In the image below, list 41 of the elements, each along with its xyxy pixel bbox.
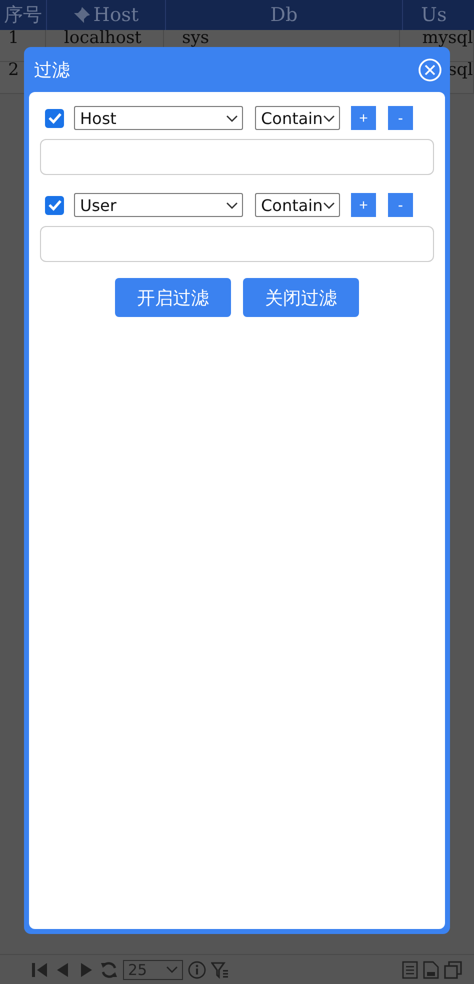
- close-button[interactable]: [418, 58, 442, 82]
- table-cell: sql: [448, 62, 473, 79]
- first-page-icon[interactable]: [31, 960, 49, 978]
- column-header[interactable]: Db: [270, 4, 298, 26]
- document-icon[interactable]: [402, 960, 418, 978]
- checkbox[interactable]: [45, 108, 64, 128]
- copy-icon[interactable]: [444, 960, 462, 978]
- chevron-icon: [323, 200, 335, 210]
- table-cell: 2: [8, 62, 19, 79]
- clear-filter-button[interactable]: 关闭过滤: [243, 278, 359, 317]
- field-select[interactable]: User: [74, 193, 243, 217]
- add-button[interactable]: +: [351, 193, 376, 217]
- refresh-icon[interactable]: [100, 960, 118, 978]
- column-header[interactable]: Host: [73, 4, 139, 26]
- column-header[interactable]: 序号: [4, 2, 42, 28]
- table-cell: sys: [182, 30, 210, 47]
- chevron-icon: [166, 965, 178, 974]
- file-icon[interactable]: [423, 960, 439, 978]
- table-cell: mysql: [422, 30, 473, 47]
- remove-button[interactable]: -: [388, 193, 413, 217]
- input-field[interactable]: [40, 139, 434, 175]
- checkmark-icon: [48, 199, 62, 211]
- dialog-title: 过滤: [34, 58, 70, 82]
- column-header[interactable]: Us: [421, 4, 447, 26]
- chevron-icon: [323, 114, 335, 122]
- chevron-icon: [226, 200, 238, 210]
- add-button[interactable]: +: [351, 106, 376, 130]
- info-icon[interactable]: [188, 960, 206, 978]
- chevron-icon: [226, 114, 238, 122]
- remove-button[interactable]: -: [388, 106, 413, 130]
- checkbox[interactable]: [45, 196, 64, 214]
- input-field[interactable]: [40, 226, 434, 262]
- close-icon: [418, 58, 442, 82]
- checkmark-icon: [48, 112, 62, 124]
- field-select[interactable]: Host: [74, 106, 243, 130]
- filter-icon[interactable]: [211, 960, 229, 978]
- operator-select[interactable]: Contain: [255, 106, 340, 130]
- operator-select[interactable]: Contain: [255, 193, 340, 217]
- apply-filter-button[interactable]: 开启过滤: [115, 278, 231, 317]
- table-cell: 1: [8, 30, 19, 47]
- table-cell: localhost: [64, 30, 142, 47]
